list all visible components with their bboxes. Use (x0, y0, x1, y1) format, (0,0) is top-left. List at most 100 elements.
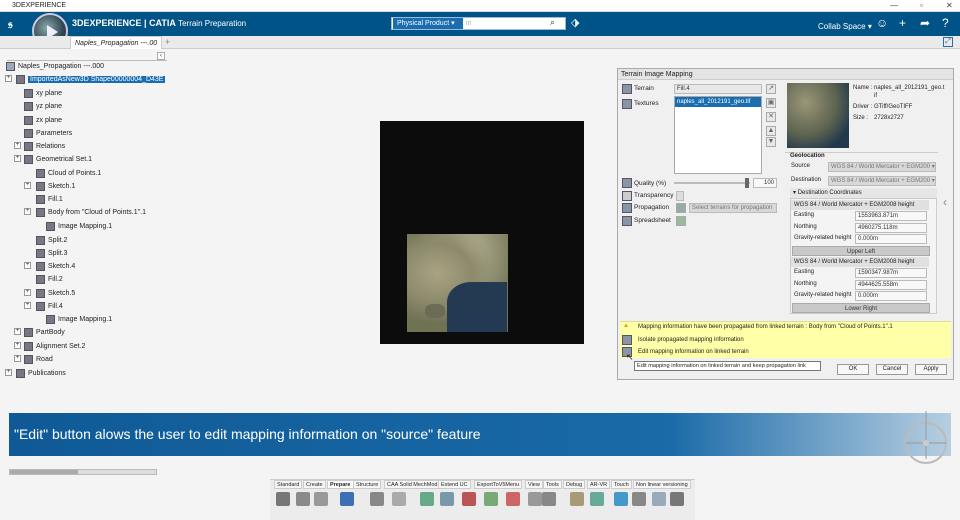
tree-node[interactable]: Cloud of Points.1 (36, 168, 101, 180)
tree-node[interactable]: Sketch.5 (36, 288, 75, 300)
tree-node[interactable]: ImportedAsNew3D Shape00000004_D43E (16, 74, 166, 86)
upper-gravity-field[interactable]: 0.000m (855, 234, 927, 244)
add-icon[interactable]: + (899, 16, 906, 30)
add-texture-icon[interactable]: ▣ (766, 98, 776, 108)
tree-node[interactable]: Alignment Set.2 (24, 341, 85, 353)
tree-node[interactable]: Split.2 (36, 235, 67, 247)
action-tab[interactable]: Structure (353, 480, 382, 489)
tree-node[interactable]: Sketch.4 (36, 261, 75, 273)
tree-expander-icon[interactable]: + (14, 328, 21, 335)
tool-icon[interactable] (340, 492, 354, 506)
ok-button[interactable]: OK (837, 364, 869, 375)
share-icon[interactable]: ➦ (920, 16, 930, 30)
terrain-texture-image[interactable] (407, 234, 508, 332)
tree-node[interactable]: xy plane (24, 88, 62, 100)
maximize-icon[interactable]: ▫ (920, 0, 923, 12)
lower-right-button[interactable]: Lower Right (792, 303, 930, 313)
tool-icon[interactable] (614, 492, 628, 506)
tree-node[interactable]: yz plane (24, 101, 62, 113)
view-compass-icon[interactable] (901, 405, 951, 465)
tool-icon[interactable] (370, 492, 384, 506)
action-tab[interactable]: Prepare (327, 480, 354, 489)
tree-node[interactable]: Image Mapping.1 (46, 221, 112, 233)
tree-expander-icon[interactable]: + (24, 289, 31, 296)
tree-collapse-button[interactable]: ‹ (157, 52, 165, 60)
destination-select[interactable]: WGS 84 / World Mercator + EGM200 ▾ (828, 176, 936, 186)
lower-gravity-field[interactable]: 0.000m (855, 291, 927, 301)
tree-node[interactable]: Fill.4 (36, 301, 63, 313)
tree-node[interactable]: Geometrical Set.1 (24, 154, 92, 166)
search-icon[interactable]: ⌕ (550, 17, 555, 28)
tree-expander-icon[interactable]: + (24, 262, 31, 269)
tool-icon[interactable] (570, 492, 584, 506)
tab-naples-propagation[interactable]: Naples_Propagation ---.00 (70, 36, 163, 49)
tree-node[interactable]: Body from "Cloud of Points.1".1 (36, 207, 146, 219)
tree-node[interactable]: Road (24, 354, 53, 366)
lower-easting-field[interactable]: 1590347.987m (855, 268, 927, 278)
fullscreen-icon[interactable]: ⤢ (943, 37, 953, 47)
tag-icon[interactable]: ⬗ (571, 16, 579, 29)
texture-item[interactable]: naples_all_2012191_geo.tif (675, 97, 761, 107)
tree-node[interactable]: Publications (16, 368, 66, 380)
quality-value[interactable]: 100 (753, 178, 777, 188)
close-icon[interactable]: ✕ (946, 0, 953, 12)
tree-expander-icon[interactable]: + (14, 355, 21, 362)
destination-coordinates-header[interactable]: ▾ Destination Coordinates (790, 188, 937, 198)
action-tab[interactable]: Tools (543, 480, 562, 489)
scrollbar-thumb[interactable] (10, 470, 78, 474)
tool-icon[interactable] (632, 492, 646, 506)
tool-icon[interactable] (542, 492, 556, 506)
source-select[interactable]: WGS 84 / World Mercator + EGM200 ▾ (828, 162, 936, 172)
tree-expander-icon[interactable]: + (5, 369, 12, 376)
tree-expander-icon[interactable]: + (24, 302, 31, 309)
action-tab[interactable]: ExportToV5Menu (474, 480, 523, 489)
tree-node[interactable]: PartBody (24, 327, 65, 339)
minimize-icon[interactable]: — (890, 0, 898, 12)
tool-icon[interactable] (392, 492, 406, 506)
tree-expander-icon[interactable]: + (14, 142, 21, 149)
tree-node[interactable]: Fill.2 (36, 274, 63, 286)
tree-expander-icon[interactable]: + (24, 208, 31, 215)
search-scope-select[interactable]: Physical Product ▾ (393, 18, 463, 29)
quality-slider-handle[interactable] (745, 178, 749, 188)
tool-icon[interactable] (462, 492, 476, 506)
propagation-field[interactable]: Select terrains for propagation (689, 203, 777, 213)
tool-icon[interactable] (440, 492, 454, 506)
action-tab[interactable]: View (525, 480, 543, 489)
tool-icon[interactable] (276, 492, 290, 506)
upper-easting-field[interactable]: 1553963.871m (855, 211, 927, 221)
apply-button[interactable]: Apply (915, 364, 947, 375)
action-tab[interactable]: Debug (563, 480, 586, 489)
tree-node[interactable]: Relations (24, 141, 65, 153)
tool-icon[interactable] (590, 492, 604, 506)
action-tab[interactable]: Non linear versioning (633, 480, 691, 489)
search-input[interactable]: in (466, 18, 471, 29)
textures-list[interactable] (674, 96, 762, 174)
action-tab[interactable]: Extend UC (438, 480, 471, 489)
tool-icon[interactable] (670, 492, 684, 506)
tree-root[interactable]: Naples_Propagation ---.000 (6, 61, 104, 73)
tool-icon[interactable] (296, 492, 310, 506)
tool-icon[interactable] (652, 492, 666, 506)
tree-expander-icon[interactable]: + (14, 155, 21, 162)
isolate-icon[interactable] (622, 335, 632, 345)
collab-space-select[interactable]: Collab Space ▾ (818, 22, 872, 31)
action-tab[interactable]: AR-VR (587, 480, 611, 489)
remove-texture-icon[interactable]: ✕ (766, 112, 776, 122)
tool-icon[interactable] (528, 492, 542, 506)
tree-expander-icon[interactable]: + (5, 75, 12, 82)
transparency-checkbox[interactable] (676, 191, 684, 201)
panel-collapse-icon[interactable]: ‹ (943, 195, 947, 209)
terrain-field[interactable]: Fill.4 (674, 84, 762, 94)
horizontal-scrollbar[interactable] (9, 469, 157, 475)
move-up-icon[interactable]: ▲ (766, 126, 776, 136)
tree-node[interactable]: zx plane (24, 115, 62, 127)
quality-slider[interactable] (674, 182, 750, 184)
tool-icon[interactable] (484, 492, 498, 506)
upper-northing-field[interactable]: 4960275.118m (855, 223, 927, 233)
lower-northing-field[interactable]: 4944625.558m (855, 280, 927, 290)
move-down-icon[interactable]: ▼ (766, 137, 776, 147)
action-tab[interactable]: Create (303, 480, 326, 489)
tree-node[interactable]: Split.3 (36, 248, 67, 260)
action-tab[interactable]: Standard (274, 480, 303, 489)
